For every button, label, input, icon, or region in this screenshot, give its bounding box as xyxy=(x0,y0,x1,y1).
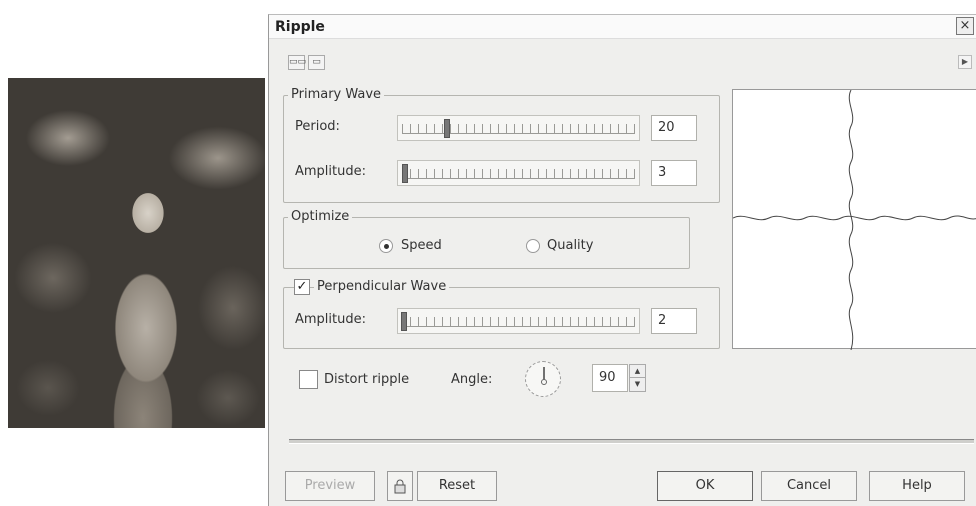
angle-input[interactable]: 90 xyxy=(592,364,628,392)
period-slider[interactable] xyxy=(397,115,640,141)
period-slider-track xyxy=(402,133,635,134)
quality-label[interactable]: Quality xyxy=(547,238,593,253)
perpendicular-wave-checkbox[interactable]: ✓ xyxy=(294,279,310,295)
perpendicular-amplitude-slider[interactable] xyxy=(397,308,640,334)
title-bar: Ripple × xyxy=(269,15,976,39)
ripple-vertical-line xyxy=(848,90,854,350)
primary-amplitude-input[interactable]: 3 xyxy=(651,160,697,186)
period-slider-thumb[interactable] xyxy=(444,119,450,138)
reset-button[interactable]: Reset xyxy=(417,471,497,501)
angle-dial[interactable] xyxy=(525,361,561,397)
period-input[interactable]: 20 xyxy=(651,115,697,141)
cancel-button[interactable]: Cancel xyxy=(761,471,857,501)
primary-wave-legend: Primary Wave xyxy=(288,87,385,102)
perpendicular-amplitude-slider-track xyxy=(402,326,635,327)
primary-amplitude-slider-thumb[interactable] xyxy=(402,164,408,183)
perpendicular-amplitude-slider-thumb[interactable] xyxy=(401,312,407,331)
angle-spinner[interactable]: ▲ ▼ xyxy=(629,364,646,392)
two-pane-view-icon[interactable]: ▭▭ xyxy=(288,55,306,70)
optimize-legend: Optimize xyxy=(288,209,353,224)
distort-ripple-checkbox[interactable] xyxy=(299,370,318,389)
period-label: Period: xyxy=(295,119,340,134)
perpendicular-amplitude-input[interactable]: 2 xyxy=(651,308,697,334)
perpendicular-wave-legend: Perpendicular Wave xyxy=(314,279,450,294)
quality-radio[interactable] xyxy=(526,239,540,253)
primary-wave-group xyxy=(283,95,720,203)
progress-bar xyxy=(289,439,974,444)
spin-down-icon[interactable]: ▼ xyxy=(630,378,645,391)
distort-ripple-label[interactable]: Distort ripple xyxy=(324,372,409,387)
primary-amplitude-slider-track xyxy=(402,178,635,179)
ripple-grid-preview xyxy=(733,90,976,350)
ripple-dialog: Ripple × ▭▭ ▭ ▶ Primary Wave Period: 20 … xyxy=(268,14,976,506)
speed-label[interactable]: Speed xyxy=(401,238,442,253)
scroll-right-icon[interactable]: ▶ xyxy=(958,55,972,69)
ripple-horizontal-line xyxy=(733,215,976,221)
spin-up-icon[interactable]: ▲ xyxy=(630,365,645,378)
perpendicular-amplitude-label: Amplitude: xyxy=(295,312,366,327)
lock-icon[interactable] xyxy=(387,471,413,501)
source-photo xyxy=(8,78,265,428)
preview-button[interactable]: Preview xyxy=(285,471,375,501)
optimize-group xyxy=(283,217,690,269)
close-button[interactable]: × xyxy=(956,17,974,35)
ripple-preview xyxy=(732,89,976,350)
dialog-title: Ripple xyxy=(275,19,325,35)
angle-label: Angle: xyxy=(451,372,493,387)
angle-dial-needle-icon xyxy=(541,367,547,385)
primary-amplitude-label: Amplitude: xyxy=(295,164,366,179)
primary-amplitude-slider[interactable] xyxy=(397,160,640,186)
single-pane-view-icon[interactable]: ▭ xyxy=(308,55,325,70)
ok-button[interactable]: OK xyxy=(657,471,753,501)
speed-radio[interactable] xyxy=(379,239,393,253)
help-button[interactable]: Help xyxy=(869,471,965,501)
